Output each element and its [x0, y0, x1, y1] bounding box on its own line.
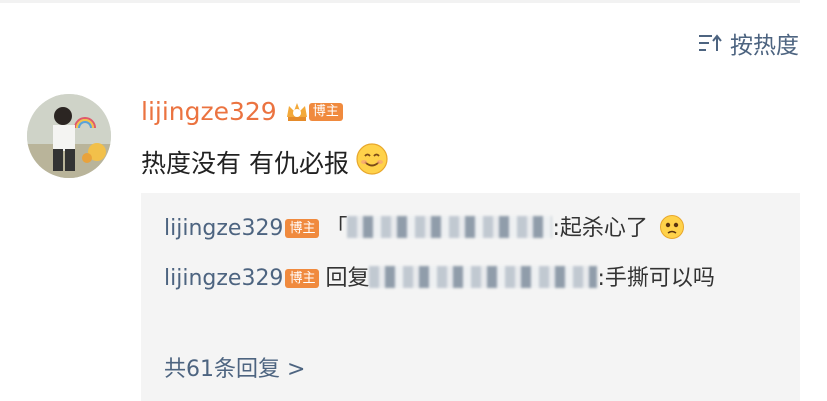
redacted-text: [369, 266, 598, 288]
blogger-badge: 博主: [285, 219, 320, 238]
view-more-replies-link[interactable]: 共61条回复 >: [164, 353, 305, 387]
blogger-badge: 博主: [285, 269, 320, 288]
crown-icon: [286, 103, 307, 121]
top-divider: [0, 0, 800, 3]
comment-body: 热度没有 有仇必报: [141, 142, 389, 185]
comment-text: 热度没有 有仇必报: [141, 148, 349, 178]
blogger-badge: 博主: [308, 103, 343, 121]
reply-username[interactable]: lijingze329: [164, 266, 283, 291]
reply-username[interactable]: lijingze329: [164, 216, 283, 241]
vip-crown-badge: 博主: [285, 101, 343, 123]
avatar[interactable]: [27, 94, 111, 178]
reply-prefix: 回复: [325, 266, 370, 291]
redacted-text: [347, 216, 553, 238]
reply-box: lijingze329 博主「:起杀心了 lijingze329 博主 回复:手撕可以…: [141, 193, 800, 401]
comment-username[interactable]: lijingze329: [141, 97, 277, 127]
reply-item: lijingze329 博主 回复 :手撕可以吗: [164, 259, 784, 296]
sort-label: 按热度: [730, 33, 799, 59]
smile-emoji-icon: [355, 142, 389, 185]
reply-text: :手撕可以吗: [597, 266, 715, 291]
sad-emoji-icon: [659, 214, 685, 251]
reply-prefix: 「: [325, 216, 348, 241]
sort-lines-icon: [698, 33, 722, 53]
reply-item: lijingze329 博主「 :起杀心了: [164, 209, 784, 251]
sort-by-hot-button[interactable]: 按热度: [698, 26, 799, 60]
reply-text: :起杀心了: [552, 216, 648, 241]
